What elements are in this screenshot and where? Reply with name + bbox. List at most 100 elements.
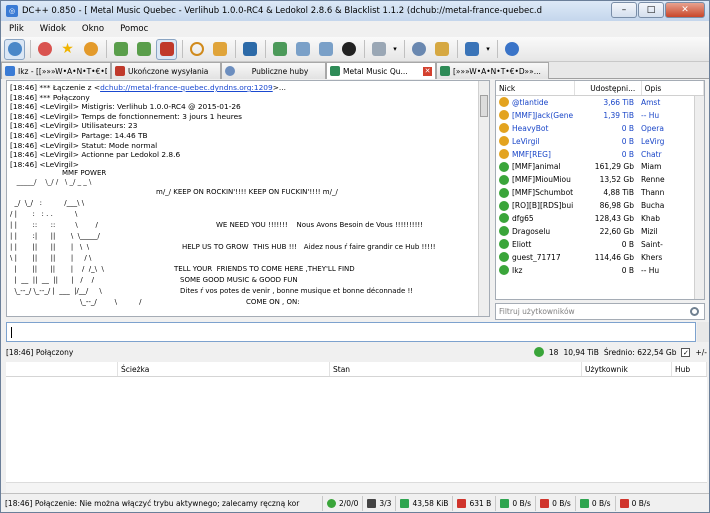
uploaded-total: 631 B [453, 495, 497, 511]
download-queue-button[interactable] [110, 39, 131, 60]
user-row[interactable]: [RO][B][RDS]buiber 86,98 Gb Bucha [496, 199, 704, 212]
user-row[interactable]: [MMF]animal 161,29 Gb Miam [496, 160, 704, 173]
ascii-art: \_--_/ \_--_/ | ___ |/__/ \ [10, 287, 102, 296]
tab-finished-uploads[interactable]: Ukończone wysyłania [111, 62, 221, 79]
close-button[interactable]: ✕ [665, 2, 705, 18]
user-row[interactable]: @tlantide 3,66 TiB Amst [496, 96, 704, 109]
ascii-art: \ | || || | / \ [10, 254, 92, 263]
column-nick[interactable]: Nick [496, 81, 576, 95]
user-description: Miam [641, 162, 662, 172]
chat-scrollbar[interactable] [478, 81, 489, 316]
search-button[interactable] [186, 39, 207, 60]
connect-button[interactable] [4, 38, 25, 60]
operator-icon [499, 97, 509, 108]
window-title: DC++ 0.850 - [ Metal Music Quebec - Verl… [22, 6, 542, 16]
chat-area[interactable]: [18:46] *** Łączenie z <dchub://metal-fr… [6, 80, 490, 317]
tab-bar: Ikz - [[»»»W•A•N•T•€•D... Ukończone wysy… [1, 62, 709, 79]
column-description[interactable]: Opis [642, 81, 704, 95]
hub-icon [440, 66, 450, 76]
finished-icon [136, 42, 151, 56]
userlist-scrollbar[interactable] [694, 96, 704, 299]
plugins-button[interactable] [461, 39, 482, 60]
userlist-toggle-checkbox[interactable]: ✓ [681, 347, 691, 357]
menu-help[interactable]: Pomoc [112, 24, 156, 34]
folder-search-icon [212, 42, 227, 56]
upload-queue-button[interactable] [156, 38, 177, 60]
user-nick: guest_71717 [512, 252, 561, 262]
user-row[interactable]: Ikz 0 B -- Hu [496, 264, 704, 277]
reconnect-button[interactable] [34, 39, 55, 60]
chat-line: [18:46] <LeVirgil> Temps de fonctionneme… [10, 111, 243, 121]
gear-icon [411, 42, 426, 56]
user-icon [499, 252, 509, 263]
column-path[interactable]: Ścieżka [118, 362, 330, 376]
transfers-list[interactable] [6, 377, 707, 489]
chat-message-input[interactable] [6, 322, 696, 342]
tab-metal-music-quebec[interactable]: Metal Music Qu... ✕ [326, 62, 436, 79]
connections-button[interactable] [368, 39, 389, 60]
menu-file[interactable]: Plik [1, 24, 32, 34]
plugins-dropdown-button[interactable]: ▾ [484, 39, 492, 60]
input-scroll-arrows[interactable] [697, 322, 709, 342]
column-user[interactable]: Użytkownik [582, 362, 672, 376]
system-log-button[interactable] [315, 39, 336, 60]
column-state[interactable]: Stan [330, 362, 582, 376]
user-row[interactable]: Eliott 0 B Saint- [496, 238, 704, 251]
download-limit: 0 B/s [576, 495, 616, 511]
tab-wanted[interactable]: [»»»W•A•N•T•€•D»»... [436, 62, 549, 79]
maximize-button[interactable]: □ [638, 2, 664, 18]
user-description: Chatr [641, 149, 662, 159]
minimize-button[interactable]: – [611, 2, 637, 18]
user-nick: MMF[REG] [512, 149, 551, 159]
chevron-down-icon: ▾ [393, 45, 397, 53]
column-share[interactable]: Udostępni... [575, 81, 642, 95]
favorites-button[interactable]: ★ [57, 39, 78, 60]
transfers-hscrollbar[interactable] [6, 482, 707, 493]
menu-bar: Plik Widok Okno Pomoc [1, 21, 709, 37]
user-row[interactable]: [MMF]MiouMiou 13,52 Gb Renne [496, 173, 704, 186]
user-row[interactable]: LeVirgil 0 B LeVirg [496, 135, 704, 148]
user-row[interactable]: Dragoselu 22,60 Gb Mizil [496, 225, 704, 238]
scroll-thumb[interactable] [480, 95, 488, 117]
finished-downloads-button[interactable] [133, 39, 154, 60]
user-row[interactable]: [MMF]Jack(General) 1,39 TiB -- Hu [496, 109, 704, 122]
user-row[interactable]: [MMF]Schumbot@Sha... 4,88 TiB Thann [496, 186, 704, 199]
status-message: [18:46] Połączenie: Nie można włączyć tr… [1, 495, 323, 511]
refresh-icon [37, 42, 52, 56]
user-nick: dfg65 [512, 213, 534, 223]
search-spy-button[interactable] [239, 39, 260, 60]
menu-window[interactable]: Okno [74, 24, 112, 34]
user-share: 3,66 TiB [603, 97, 634, 107]
arrow-down-icon [500, 498, 510, 508]
network-stats-button[interactable] [338, 39, 359, 60]
tab-ikz[interactable]: Ikz - [[»»»W•A•N•T•€•D... [1, 62, 111, 79]
ascii-text: TELL YOUR FRIENDS TO COME HERE ,THEY'LL … [174, 265, 355, 274]
plus-minus-label: +/- [695, 347, 707, 357]
menu-view[interactable]: Widok [32, 24, 74, 34]
user-nick: Eliott [512, 239, 532, 249]
wizard-button[interactable] [431, 39, 452, 60]
user-row[interactable]: dfg65 128,43 Gb Khab [496, 212, 704, 225]
user-row[interactable]: HeavyBot 0 B Opera [496, 122, 704, 135]
help-button[interactable] [501, 39, 522, 60]
slots-count: 3/3 [363, 495, 397, 511]
favorite-users-button[interactable] [80, 39, 101, 60]
user-nick: [MMF]MiouMiou [512, 175, 571, 185]
notepad-button[interactable] [292, 39, 313, 60]
close-icon[interactable]: ✕ [423, 66, 432, 76]
hub-link[interactable]: dchub://metal-france-quebec.dyndns.org:1… [100, 83, 273, 92]
user-share: 0 B [621, 136, 634, 146]
column-blank[interactable] [6, 362, 118, 376]
user-share: 0 B [621, 239, 634, 249]
tab-public-hubs[interactable]: Publiczne huby [221, 62, 326, 79]
user-row[interactable]: guest_71717 114,46 Gb Khers [496, 251, 704, 264]
user-filter-input[interactable]: Filtruj użytkowników [495, 303, 705, 320]
adl-search-button[interactable] [209, 39, 230, 60]
column-hub[interactable]: Hub [672, 362, 707, 376]
user-row[interactable]: MMF[REG] 0 B Chatr [496, 148, 704, 161]
user-list: Nick Udostępni... Opis @tlantide 3,66 TiB… [495, 80, 705, 300]
settings-button[interactable] [408, 39, 429, 60]
open-filelist-button[interactable] [269, 39, 290, 60]
dropdown-arrow-button[interactable]: ▾ [391, 39, 399, 60]
help-icon [504, 42, 519, 56]
